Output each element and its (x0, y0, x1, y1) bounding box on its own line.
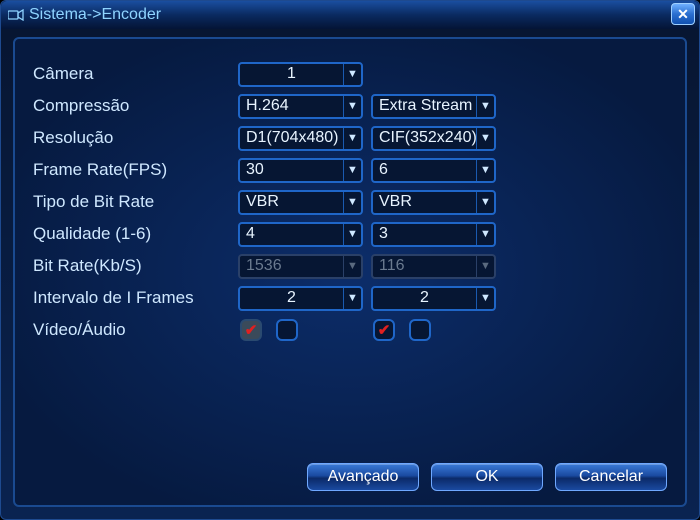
label-quality: Qualidade (1-6) (33, 224, 238, 244)
chevron-down-icon: ▼ (476, 224, 494, 245)
label-framerate: Frame Rate(FPS) (33, 160, 238, 180)
chevron-down-icon: ▼ (343, 192, 361, 213)
app-icon (7, 8, 25, 22)
framerate-main-select[interactable]: 30 ▼ (238, 158, 363, 183)
quality-extra-select[interactable]: 3 ▼ (371, 222, 496, 247)
row-camera: Câmera 1 ▼ (33, 59, 667, 89)
label-resolution: Resolução (33, 128, 238, 148)
resolution-main-select[interactable]: D1(704x480) ▼ (238, 126, 363, 151)
encoder-window: Sistema->Encoder ✕ Câmera 1 ▼ Compressão… (0, 0, 700, 520)
row-framerate: Frame Rate(FPS) 30 ▼ 6 ▼ (33, 155, 667, 185)
bitrate-main-value: 1536 (240, 257, 343, 275)
label-bitrate: Bit Rate(Kb/S) (33, 256, 238, 276)
row-video-audio: Vídeo/Áudio (33, 315, 667, 345)
bitrate-main-select: 1536 ▼ (238, 254, 363, 279)
chevron-down-icon: ▼ (476, 192, 494, 213)
framerate-extra-value: 6 (373, 161, 476, 179)
bitrate-extra-value: 116 (373, 257, 476, 275)
label-camera: Câmera (33, 64, 238, 84)
quality-main-value: 4 (240, 225, 343, 243)
extra-stream-value: Extra Stream (373, 97, 476, 115)
window-title: Sistema->Encoder (29, 6, 161, 24)
titlebar: Sistema->Encoder ✕ (1, 1, 699, 29)
row-iframe: Intervalo de I Frames 2 ▼ 2 ▼ (33, 283, 667, 313)
close-icon: ✕ (677, 6, 689, 23)
label-bitrate-type: Tipo de Bit Rate (33, 192, 238, 212)
close-button[interactable]: ✕ (671, 3, 695, 25)
quality-main-select[interactable]: 4 ▼ (238, 222, 363, 247)
extra-audio-checkbox[interactable] (409, 319, 431, 341)
resolution-main-value: D1(704x480) (240, 129, 343, 147)
chevron-down-icon: ▼ (343, 160, 361, 181)
chevron-down-icon: ▼ (343, 224, 361, 245)
iframe-main-value: 2 (240, 289, 343, 307)
main-av-group (238, 319, 363, 341)
quality-extra-value: 3 (373, 225, 476, 243)
label-video-audio: Vídeo/Áudio (33, 320, 238, 340)
camera-value: 1 (240, 65, 343, 83)
chevron-down-icon: ▼ (343, 256, 361, 277)
bitrate-type-main-value: VBR (240, 193, 343, 211)
chevron-down-icon: ▼ (343, 64, 361, 85)
chevron-down-icon: ▼ (476, 288, 494, 309)
chevron-down-icon: ▼ (343, 288, 361, 309)
resolution-extra-select[interactable]: CIF(352x240) ▼ (371, 126, 496, 151)
ok-button[interactable]: OK (431, 463, 543, 491)
framerate-extra-select[interactable]: 6 ▼ (371, 158, 496, 183)
chevron-down-icon: ▼ (343, 128, 361, 149)
iframe-extra-select[interactable]: 2 ▼ (371, 286, 496, 311)
chevron-down-icon: ▼ (476, 256, 494, 277)
resolution-extra-value: CIF(352x240) (373, 129, 476, 147)
iframe-main-select[interactable]: 2 ▼ (238, 286, 363, 311)
row-compression: Compressão H.264 ▼ Extra Stream ▼ (33, 91, 667, 121)
button-row: Avançado OK Cancelar (307, 463, 667, 491)
chevron-down-icon: ▼ (476, 96, 494, 117)
compression-select[interactable]: H.264 ▼ (238, 94, 363, 119)
cancel-button[interactable]: Cancelar (555, 463, 667, 491)
client-area: Câmera 1 ▼ Compressão H.264 ▼ Extra Stre… (13, 37, 687, 507)
bitrate-type-extra-select[interactable]: VBR ▼ (371, 190, 496, 215)
bitrate-type-extra-value: VBR (373, 193, 476, 211)
label-iframe: Intervalo de I Frames (33, 288, 238, 308)
row-resolution: Resolução D1(704x480) ▼ CIF(352x240) ▼ (33, 123, 667, 153)
iframe-extra-value: 2 (373, 289, 476, 307)
row-quality: Qualidade (1-6) 4 ▼ 3 ▼ (33, 219, 667, 249)
extra-video-checkbox[interactable] (373, 319, 395, 341)
camera-select[interactable]: 1 ▼ (238, 62, 363, 87)
chevron-down-icon: ▼ (476, 160, 494, 181)
row-bitrate-type: Tipo de Bit Rate VBR ▼ VBR ▼ (33, 187, 667, 217)
chevron-down-icon: ▼ (476, 128, 494, 149)
label-compression: Compressão (33, 96, 238, 116)
main-video-checkbox[interactable] (240, 319, 262, 341)
extra-av-group (371, 319, 496, 341)
bitrate-extra-select: 116 ▼ (371, 254, 496, 279)
framerate-main-value: 30 (240, 161, 343, 179)
extra-stream-select[interactable]: Extra Stream ▼ (371, 94, 496, 119)
main-audio-checkbox[interactable] (276, 319, 298, 341)
advanced-button[interactable]: Avançado (307, 463, 419, 491)
chevron-down-icon: ▼ (343, 96, 361, 117)
compression-value: H.264 (240, 97, 343, 115)
bitrate-type-main-select[interactable]: VBR ▼ (238, 190, 363, 215)
row-bitrate: Bit Rate(Kb/S) 1536 ▼ 116 ▼ (33, 251, 667, 281)
